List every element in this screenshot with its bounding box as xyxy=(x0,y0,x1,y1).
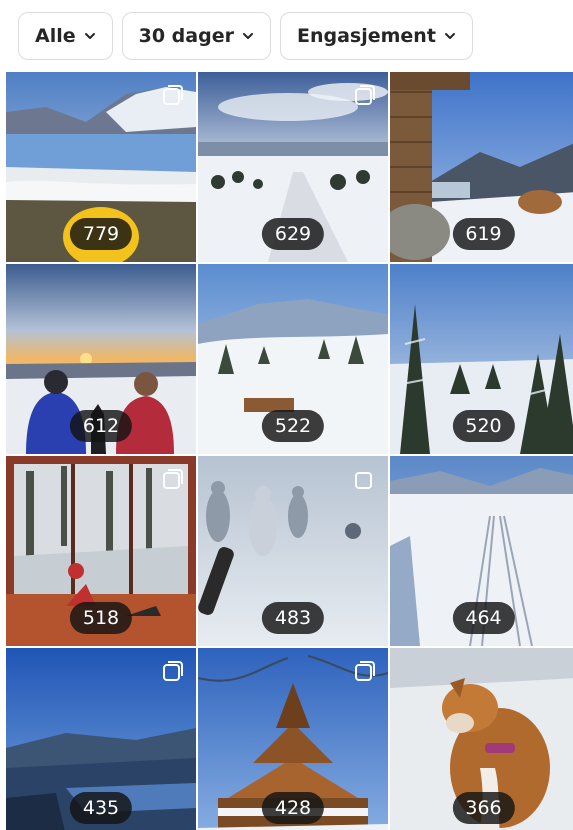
post-tile[interactable]: 522 xyxy=(198,264,388,454)
post-tile[interactable]: 612 xyxy=(6,264,196,454)
multi-image-icon xyxy=(354,84,376,106)
engagement-count: 435 xyxy=(69,792,133,824)
engagement-count: 779 xyxy=(69,218,133,250)
post-tile[interactable]: 629 xyxy=(198,72,388,262)
filter-metric-label: Engasjement xyxy=(296,25,436,47)
engagement-count: 619 xyxy=(452,218,515,250)
engagement-count: 464 xyxy=(452,602,515,634)
filter-period-label: 30 dager xyxy=(138,25,234,47)
post-tile[interactable]: 779 xyxy=(6,72,196,262)
post-tile[interactable]: 464 xyxy=(390,456,573,646)
post-tile[interactable]: 619 xyxy=(390,72,573,262)
post-tile[interactable]: 483 xyxy=(198,456,388,646)
post-tile[interactable]: 518 xyxy=(6,456,196,646)
engagement-count: 483 xyxy=(261,602,325,634)
post-tile[interactable]: 435 xyxy=(6,648,196,830)
filter-metric-dropdown[interactable]: Engasjement xyxy=(279,12,473,60)
post-tile[interactable]: 366 xyxy=(390,648,573,830)
filter-type-label: Alle xyxy=(35,25,76,47)
post-grid: 779 629 619 612 522 520 518 483 464 435 … xyxy=(6,72,573,830)
engagement-count: 366 xyxy=(452,792,515,824)
engagement-count: 428 xyxy=(261,792,325,824)
engagement-count: 629 xyxy=(261,218,325,250)
chevron-down-icon xyxy=(84,30,96,42)
multi-image-icon xyxy=(162,468,184,490)
multi-image-icon xyxy=(354,468,376,490)
post-tile[interactable]: 428 xyxy=(198,648,388,830)
post-tile[interactable]: 520 xyxy=(390,264,573,454)
filter-bar: Alle 30 dager Engasjement xyxy=(0,0,573,72)
multi-image-icon xyxy=(162,660,184,682)
chevron-down-icon xyxy=(444,30,456,42)
engagement-count: 520 xyxy=(452,410,515,442)
filter-period-dropdown[interactable]: 30 dager xyxy=(121,12,271,60)
multi-image-icon xyxy=(162,84,184,106)
engagement-count: 522 xyxy=(261,410,325,442)
multi-image-icon xyxy=(354,660,376,682)
engagement-count: 518 xyxy=(69,602,133,634)
engagement-count: 612 xyxy=(69,410,133,442)
chevron-down-icon xyxy=(242,30,254,42)
filter-type-dropdown[interactable]: Alle xyxy=(18,12,113,60)
